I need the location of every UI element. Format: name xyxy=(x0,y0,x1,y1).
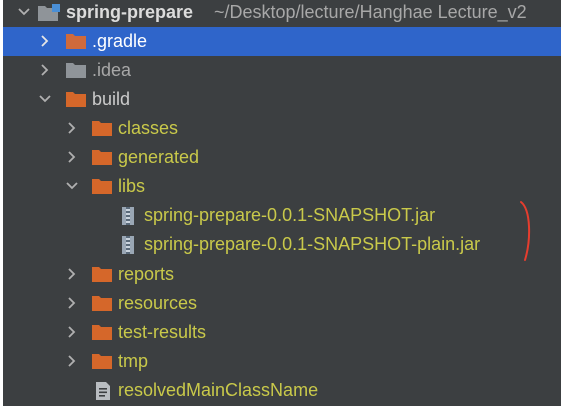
tree-item-label: .gradle xyxy=(92,31,148,51)
folder-icon xyxy=(91,352,113,370)
tree-item-label: build xyxy=(92,89,131,109)
project-name: spring-prepare xyxy=(66,2,194,22)
chevron-right-icon[interactable] xyxy=(65,296,79,310)
folder-icon xyxy=(65,32,87,50)
folder-icon xyxy=(91,177,113,195)
folder-icon xyxy=(65,90,87,108)
module-folder-icon xyxy=(37,3,61,23)
project-tree-panel: spring-prepare ~/Desktop/lecture/Hanghae… xyxy=(3,0,561,406)
tree-row-classes[interactable]: classes xyxy=(3,114,561,143)
tree-row-generated[interactable]: generated xyxy=(3,143,561,172)
tree-row-libs[interactable]: libs xyxy=(3,172,561,201)
chevron-right-icon[interactable] xyxy=(65,354,79,368)
tree-row-root[interactable]: spring-prepare ~/Desktop/lecture/Hanghae… xyxy=(3,0,561,27)
tree-item-label: .idea xyxy=(92,60,132,80)
tree-item-label: tmp xyxy=(118,351,149,371)
tree-row-resolved-main-class-name[interactable]: resolvedMainClassName xyxy=(3,376,561,405)
tree-item-label: reports xyxy=(118,264,175,284)
jar-icon xyxy=(121,235,135,255)
tree-item-label: spring-prepare-0.0.1-SNAPSHOT.jar xyxy=(144,205,436,225)
tree-item-label: spring-prepare-0.0.1-SNAPSHOT-plain.jar xyxy=(144,234,481,254)
jar-icon xyxy=(121,206,135,226)
folder-icon xyxy=(91,119,113,137)
chevron-down-icon[interactable] xyxy=(65,179,79,193)
tree-row-resources[interactable]: resources xyxy=(3,289,561,318)
tree-row-test-results[interactable]: test-results xyxy=(3,318,561,347)
tree-item-label: libs xyxy=(118,176,146,196)
text-file-icon xyxy=(95,381,111,401)
tree-item-label: generated xyxy=(118,147,200,167)
tree-item-label: test-results xyxy=(118,322,207,342)
tree-item-label: classes xyxy=(118,118,179,138)
annotation-bracket-mark xyxy=(517,200,537,267)
folder-icon xyxy=(91,294,113,312)
folder-icon xyxy=(91,265,113,283)
chevron-right-icon[interactable] xyxy=(65,121,79,135)
folder-icon xyxy=(65,61,87,79)
chevron-down-icon[interactable] xyxy=(17,5,31,19)
chevron-right-icon[interactable] xyxy=(65,325,79,339)
chevron-right-icon[interactable] xyxy=(38,63,52,77)
tree-row-jar[interactable]: spring-prepare-0.0.1-SNAPSHOT.jar xyxy=(3,201,561,230)
chevron-right-icon[interactable] xyxy=(65,267,79,281)
folder-icon xyxy=(91,148,113,166)
chevron-right-icon[interactable] xyxy=(38,34,52,48)
project-path: ~/Desktop/lecture/Hanghae Lecture_v2 xyxy=(214,2,527,22)
tree-row-reports[interactable]: reports xyxy=(3,260,561,289)
folder-icon xyxy=(91,323,113,341)
tree-row-jar-plain[interactable]: spring-prepare-0.0.1-SNAPSHOT-plain.jar xyxy=(3,230,561,259)
tree-row-idea[interactable]: .idea xyxy=(3,56,561,85)
chevron-right-icon[interactable] xyxy=(65,150,79,164)
screenshot-frame: spring-prepare ~/Desktop/lecture/Hanghae… xyxy=(0,0,566,406)
tree-item-label: resolvedMainClassName xyxy=(118,380,319,400)
tree-item-label: resources xyxy=(118,293,198,313)
tree-row-gradle[interactable]: .gradle xyxy=(3,27,561,56)
tree-row-build[interactable]: build xyxy=(3,85,561,114)
tree-row-tmp[interactable]: tmp xyxy=(3,347,561,376)
chevron-down-icon[interactable] xyxy=(38,92,52,106)
